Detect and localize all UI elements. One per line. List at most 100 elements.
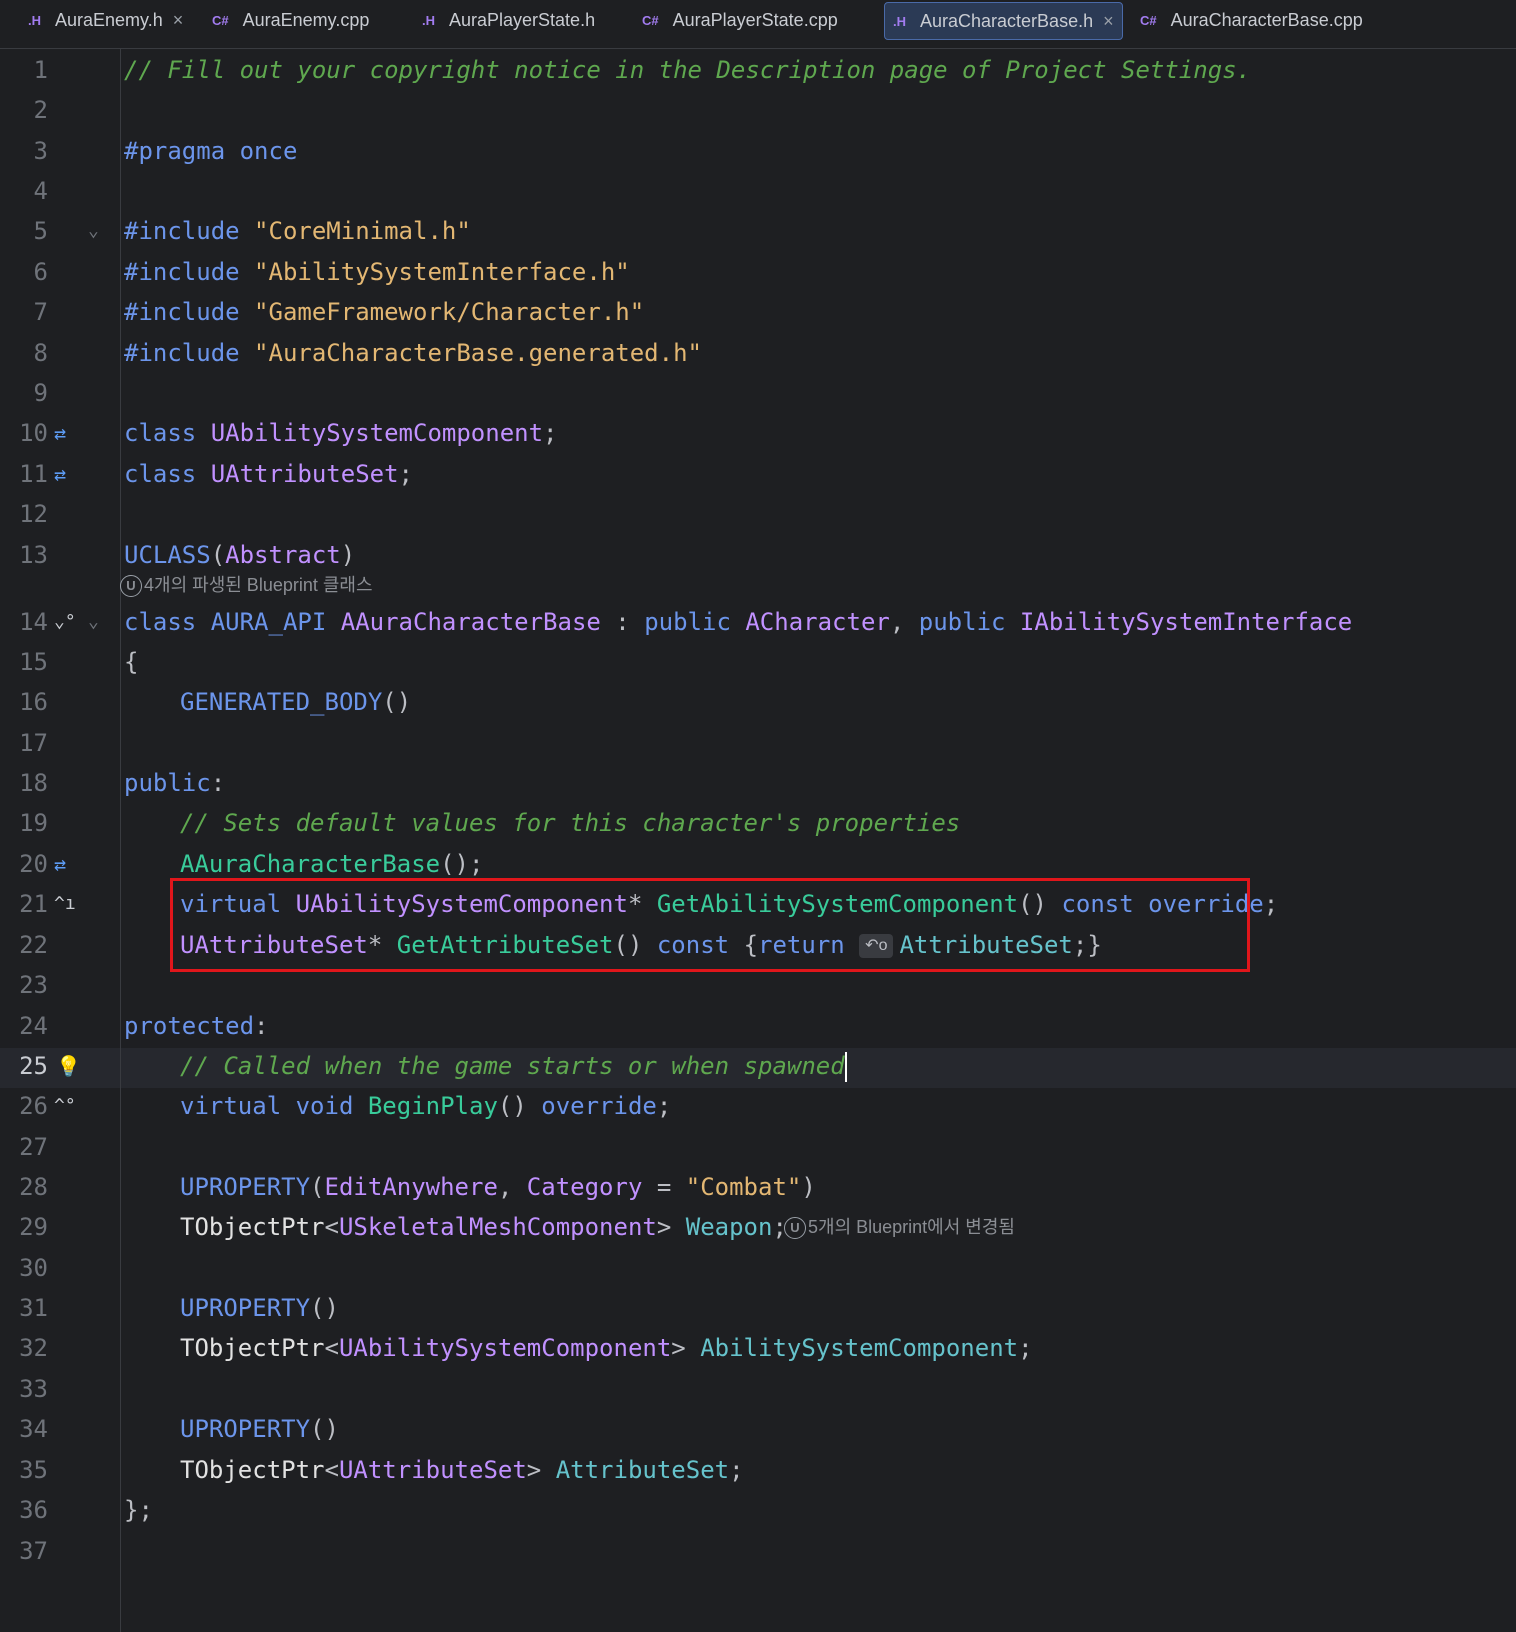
code-text: UPROPERTY() bbox=[180, 1415, 339, 1443]
code-line-8[interactable]: 8 #include "AuraCharacterBase.generated.… bbox=[0, 333, 1516, 373]
swap-arrows-icon[interactable]: ⇄ bbox=[54, 413, 66, 453]
tab-auracharacterbase-h[interactable]: .H AuraCharacterBase.h × bbox=[884, 2, 1123, 40]
code-line-26[interactable]: 26 ^° virtual void BeginPlay() override; bbox=[0, 1086, 1516, 1126]
code-line-12[interactable]: 12 bbox=[0, 494, 1516, 534]
code-line-37[interactable]: 37 bbox=[0, 1531, 1516, 1571]
code-line-36[interactable]: 36 }; bbox=[0, 1490, 1516, 1530]
code-line-27[interactable]: 27 bbox=[0, 1127, 1516, 1167]
unreal-icon: U bbox=[784, 1217, 806, 1240]
code-line-5[interactable]: 5 ⌄ #include "CoreMinimal.h" bbox=[0, 211, 1516, 251]
code-line-6[interactable]: 6 #include "AbilitySystemInterface.h" bbox=[0, 252, 1516, 292]
line-number: 22 bbox=[19, 931, 48, 959]
line-number: 4 bbox=[33, 177, 48, 205]
code-text: // Sets default values for this characte… bbox=[180, 809, 961, 837]
swap-arrows-icon[interactable]: ⇄ bbox=[54, 454, 66, 494]
line-number: 25 bbox=[19, 1052, 48, 1080]
line-number: 32 bbox=[19, 1334, 48, 1362]
code-line-2[interactable]: 2 bbox=[0, 90, 1516, 130]
tab-auraenemy-h[interactable]: .H AuraEnemy.h × bbox=[28, 2, 183, 38]
line-number: 1 bbox=[33, 56, 48, 84]
highlight-annotation-box bbox=[170, 878, 1250, 972]
chevron-down-icon[interactable]: ⌄ bbox=[88, 211, 99, 251]
line-number: 11 bbox=[19, 460, 48, 488]
lightbulb-icon[interactable]: 💡 bbox=[56, 1046, 81, 1086]
code-line-7[interactable]: 7 #include "GameFramework/Character.h" bbox=[0, 292, 1516, 332]
tab-label: AuraPlayerState.h bbox=[449, 9, 596, 30]
swap-arrows-icon[interactable]: ⇄ bbox=[54, 844, 66, 884]
code-text: #include "AuraCharacterBase.generated.h" bbox=[124, 339, 702, 367]
code-text: #include "AbilitySystemInterface.h" bbox=[124, 258, 630, 286]
code-text: #pragma once bbox=[124, 137, 298, 165]
line-number: 36 bbox=[19, 1496, 48, 1524]
code-text: class UAbilitySystemComponent; bbox=[124, 419, 558, 447]
tab-auraplayerstate-h[interactable]: .H AuraPlayerState.h bbox=[422, 2, 595, 38]
line-number: 23 bbox=[19, 971, 48, 999]
line-number: 18 bbox=[19, 769, 48, 797]
tab-auracharacterbase-cpp[interactable]: C# AuraCharacterBase.cpp bbox=[1140, 2, 1363, 38]
code-line-15[interactable]: 15 { bbox=[0, 642, 1516, 682]
code-line-25[interactable]: 25 💡 // Called when the game starts or w… bbox=[0, 1046, 1516, 1086]
code-line-10[interactable]: 10 ⇄ class UAbilitySystemComponent; bbox=[0, 413, 1516, 453]
code-line-29[interactable]: 29 TObjectPtr<USkeletalMeshComponent> We… bbox=[0, 1207, 1516, 1247]
line-number: 29 bbox=[19, 1213, 48, 1241]
code-text: }; bbox=[124, 1496, 153, 1524]
code-line-23[interactable]: 23 bbox=[0, 965, 1516, 1005]
code-line-35[interactable]: 35 TObjectPtr<UAttributeSet> AttributeSe… bbox=[0, 1450, 1516, 1490]
code-text: class UAttributeSet; bbox=[124, 460, 413, 488]
tab-auraenemy-cpp[interactable]: C# AuraEnemy.cpp bbox=[212, 2, 369, 38]
hint-text: 4개의 파생된 Blueprint 클래스 bbox=[144, 575, 373, 595]
line-number: 10 bbox=[19, 419, 48, 447]
code-line-30[interactable]: 30 bbox=[0, 1248, 1516, 1288]
blueprint-derived-hint[interactable]: U 4개의 파생된 Blueprint 클래스 bbox=[120, 570, 373, 600]
line-number: 31 bbox=[19, 1294, 48, 1322]
code-text: GENERATED_BODY() bbox=[180, 688, 412, 716]
code-text: // Fill out your copyright notice in the… bbox=[124, 56, 1252, 84]
code-line-19[interactable]: 19 // Sets default values for this chara… bbox=[0, 803, 1516, 843]
line-number: 9 bbox=[33, 379, 48, 407]
code-line-11[interactable]: 11 ⇄ class UAttributeSet; bbox=[0, 454, 1516, 494]
code-line-4[interactable]: 4 bbox=[0, 171, 1516, 211]
code-line-32[interactable]: 32 TObjectPtr<UAbilitySystemComponent> A… bbox=[0, 1328, 1516, 1368]
code-text: TObjectPtr<UAbilitySystemComponent> Abil… bbox=[180, 1334, 1033, 1362]
close-icon[interactable]: × bbox=[173, 10, 184, 31]
code-line-34[interactable]: 34 UPROPERTY() bbox=[0, 1409, 1516, 1449]
code-line-14[interactable]: 14 ⌄° ⌄ class AURA_API AAuraCharacterBas… bbox=[0, 602, 1516, 642]
code-line-18[interactable]: 18 public: bbox=[0, 763, 1516, 803]
code-text: // Called when the game starts or when s… bbox=[180, 1052, 847, 1082]
line-number: 6 bbox=[33, 258, 48, 286]
blueprint-modified-hint[interactable]: U 5개의 Blueprint에서 변경됨 bbox=[784, 1212, 1015, 1242]
line-number: 30 bbox=[19, 1254, 48, 1282]
line-number: 26 bbox=[19, 1092, 48, 1120]
line-number: 37 bbox=[19, 1537, 48, 1565]
code-line-24[interactable]: 24 protected: bbox=[0, 1006, 1516, 1046]
code-line-3[interactable]: 3 #pragma once bbox=[0, 131, 1516, 171]
code-text: #include "GameFramework/Character.h" bbox=[124, 298, 645, 326]
tab-auraplayerstate-cpp[interactable]: C# AuraPlayerState.cpp bbox=[642, 2, 838, 38]
line-number: 13 bbox=[19, 541, 48, 569]
line-number: 27 bbox=[19, 1133, 48, 1161]
line-number: 33 bbox=[19, 1375, 48, 1403]
code-line-9[interactable]: 9 bbox=[0, 373, 1516, 413]
code-line-31[interactable]: 31 UPROPERTY() bbox=[0, 1288, 1516, 1328]
line-number: 35 bbox=[19, 1456, 48, 1484]
code-line-1[interactable]: 1 // Fill out your copyright notice in t… bbox=[0, 50, 1516, 90]
implemented-icon[interactable]: ⌄° bbox=[54, 602, 76, 642]
code-line-16[interactable]: 16 GENERATED_BODY() bbox=[0, 682, 1516, 722]
line-number: 21 bbox=[19, 890, 48, 918]
override-up-icon[interactable]: ^° bbox=[54, 1086, 76, 1126]
code-line-17[interactable]: 17 bbox=[0, 723, 1516, 763]
line-number: 8 bbox=[33, 339, 48, 367]
line-number: 17 bbox=[19, 729, 48, 757]
code-line-28[interactable]: 28 UPROPERTY(EditAnywhere, Category = "C… bbox=[0, 1167, 1516, 1207]
tab-label: AuraCharacterBase.h bbox=[920, 10, 1094, 31]
chevron-down-icon[interactable]: ⌄ bbox=[88, 602, 99, 642]
code-line-13[interactable]: 13 UCLASS(Abstract) bbox=[0, 535, 1516, 575]
override-up-icon[interactable]: ^ı bbox=[54, 884, 76, 924]
cpp-file-icon: C# bbox=[642, 12, 659, 28]
line-number: 7 bbox=[33, 298, 48, 326]
tab-label: AuraEnemy.h bbox=[55, 9, 163, 30]
code-line-33[interactable]: 33 bbox=[0, 1369, 1516, 1409]
line-number: 12 bbox=[19, 500, 48, 528]
close-icon[interactable]: × bbox=[1103, 11, 1114, 32]
tab-label: AuraPlayerState.cpp bbox=[672, 9, 838, 30]
